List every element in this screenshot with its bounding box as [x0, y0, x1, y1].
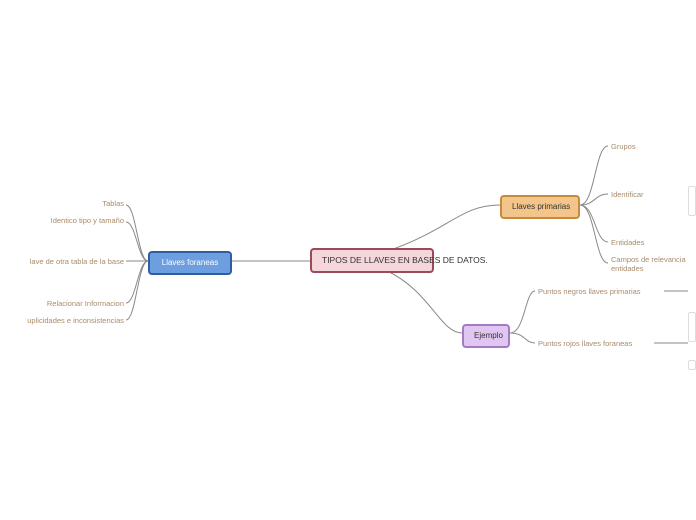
mindmap-canvas: TIPOS DE LLAVES EN BASES DE DATOS. Llave…: [0, 0, 696, 520]
leaf-foraneas-2[interactable]: lave de otra tabla de la base: [30, 257, 124, 266]
node-ejemplo[interactable]: Ejemplo: [462, 324, 510, 348]
leaf-foraneas-3[interactable]: Relacionar Informacion: [47, 299, 124, 308]
leaf-primarias-3[interactable]: Campos de relevancia entidades: [611, 255, 686, 273]
leaf-foraneas-0[interactable]: Tablas: [102, 199, 124, 208]
leaf-ejemplo-1[interactable]: Puntos rojos llaves foraneas: [538, 339, 632, 348]
leaf-ejemplo-0[interactable]: Puntos negros llaves primarias: [538, 287, 641, 296]
node-foraneas[interactable]: Llaves foraneas: [148, 251, 232, 275]
central-node[interactable]: TIPOS DE LLAVES EN BASES DE DATOS.: [310, 248, 434, 273]
leaf-primarias-1[interactable]: Identificar: [611, 190, 644, 199]
leaf-foraneas-4[interactable]: uplicidades e inconsistencias: [27, 316, 124, 325]
node-primarias[interactable]: Llaves primarias: [500, 195, 580, 219]
side-widget-bottom[interactable]: [688, 360, 696, 370]
leaf-primarias-2[interactable]: Entidades: [611, 238, 644, 247]
leaf-primarias-0[interactable]: Grupos: [611, 142, 636, 151]
leaf-foraneas-1[interactable]: Identico tipo y tamaño: [51, 216, 124, 225]
side-widget-top[interactable]: [688, 186, 696, 216]
side-widget-mid[interactable]: [688, 312, 696, 342]
